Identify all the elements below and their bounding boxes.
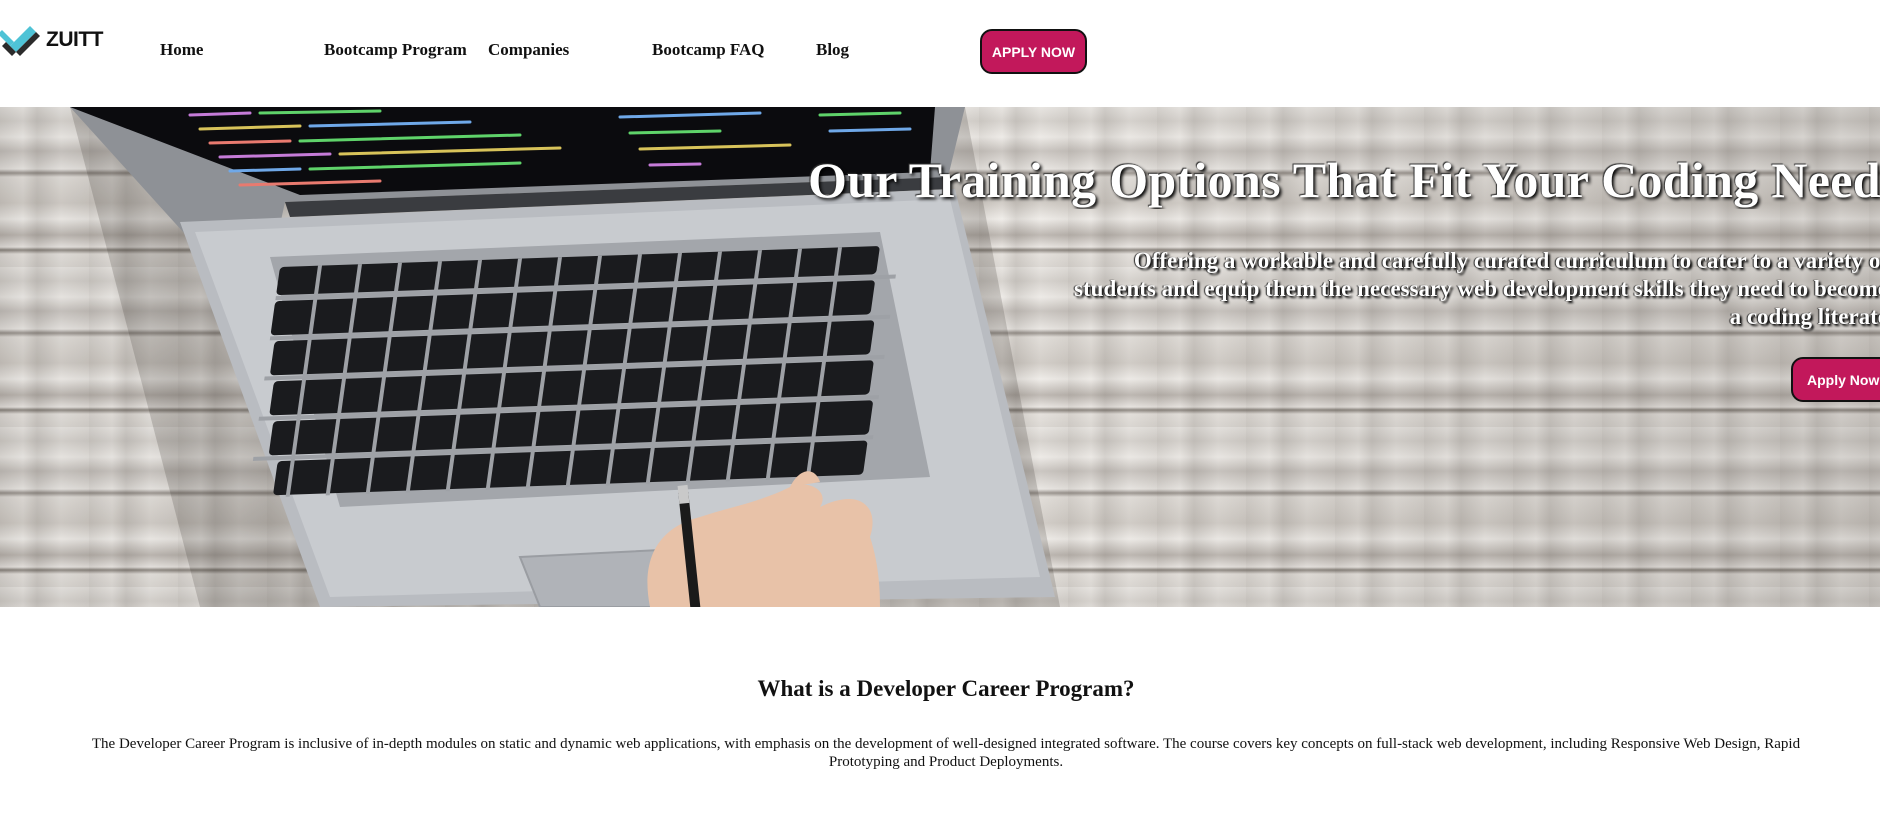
nav-companies[interactable]: Companies [488,40,569,60]
brand-logo[interactable]: ZUITT [0,22,103,58]
brand-name: ZUITT [46,28,103,51]
program-heading: What is a Developer Career Program? [757,676,1135,701]
apply-now-button[interactable]: APPLY NOW [980,29,1087,74]
program-description-line: Prototyping and Product Deployments. [828,754,1064,770]
hero-title: Our Training Options That Fit Your Codin… [808,152,1880,208]
hero-description-line: a coding literate [1729,304,1880,329]
top-navbar: ZUITT Home Bootcamp Program Companies Bo… [0,0,1880,107]
hero-description-line: Offering a workable and carefully curate… [1133,248,1880,273]
nav-bootcamp-program[interactable]: Bootcamp Program [324,40,467,60]
nav-blog[interactable]: Blog [816,40,849,60]
zuitt-logo-icon [0,26,40,56]
nav-bootcamp-faq[interactable]: Bootcamp FAQ [652,40,765,60]
hero-apply-now-button[interactable]: Apply Now [1791,357,1880,402]
hero-description: Offering a workable and carefully curate… [990,247,1880,331]
program-description: The Developer Career Program is inclusiv… [30,735,1862,771]
nav-home[interactable]: Home [160,40,203,60]
program-description-line: The Developer Career Program is inclusiv… [91,736,1801,752]
hero-description-line: students and equip them the necessary we… [1074,276,1880,301]
hero-banner: Our Training Options That Fit Your Codin… [0,107,1880,607]
